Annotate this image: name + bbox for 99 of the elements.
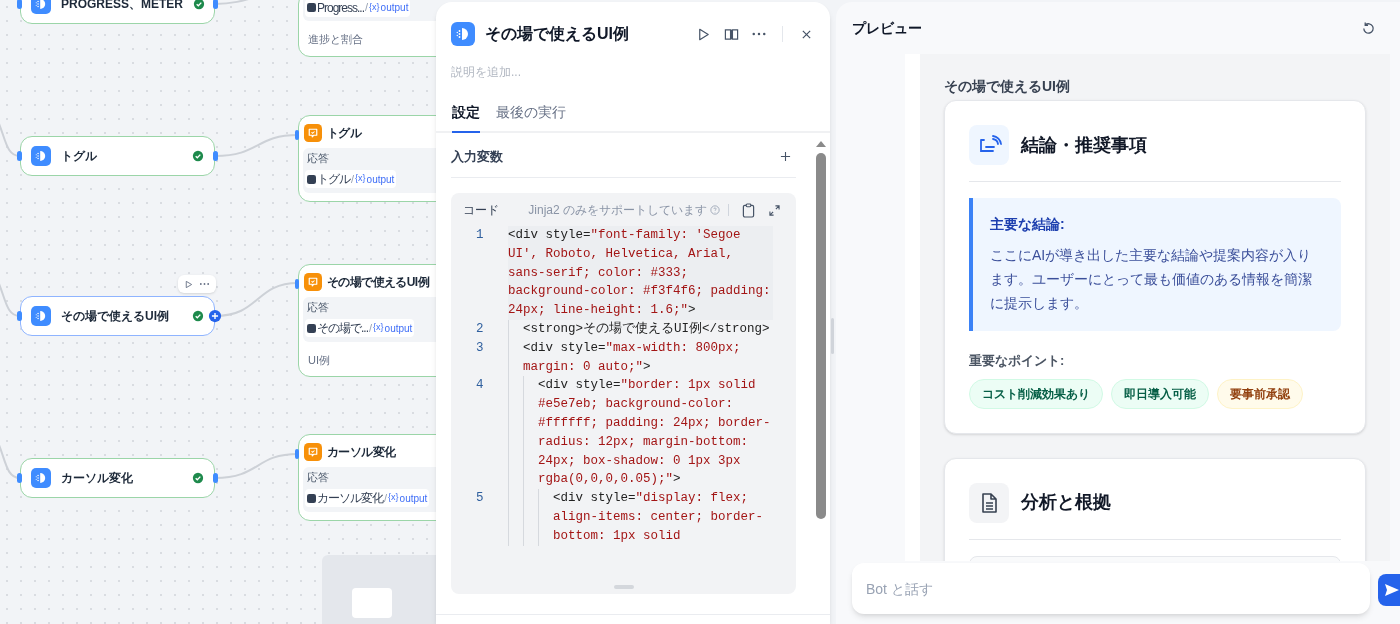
callout-text: ここにAIが導き出した主要な結論や提案内容が入ります。ユーザーにとって最も価値のある情報を簡潔に提示します。: [990, 246, 1313, 313]
code-node[interactable]: PROGRESS、METER: [20, 0, 215, 24]
code-node[interactable]: カーソル変化: [20, 458, 215, 498]
chat-bubble-icon: [304, 443, 322, 461]
send-button[interactable]: [1378, 574, 1400, 606]
line-number: 4: [475, 377, 485, 395]
chip-source: その場で...: [317, 320, 368, 337]
line-number: 5: [475, 490, 485, 508]
line-number: 3: [475, 339, 485, 357]
code-editor[interactable]: [451, 193, 796, 594]
tag: 要事前承認: [1217, 378, 1303, 409]
chip-separator: /: [365, 0, 369, 16]
minimap-node: [352, 588, 392, 618]
add-node-button[interactable]: [208, 309, 222, 323]
chat-input[interactable]: Bot と話す: [852, 563, 1370, 614]
node-description: 進捗と割合: [307, 32, 364, 47]
chip-variable: output: [366, 172, 395, 187]
minimap[interactable]: [322, 555, 436, 624]
chip-variable: output: [399, 491, 428, 506]
document-icon: [969, 482, 1009, 523]
node-title: カーソル変化: [327, 444, 396, 461]
answer-node[interactable]: トグル 応答 トグル/{x}output: [298, 115, 436, 202]
variable-symbol: {x}: [369, 0, 380, 14]
input-handle[interactable]: [295, 130, 299, 140]
input-handle[interactable]: [295, 449, 299, 459]
panel-title: その場で使えるUI例: [485, 24, 630, 44]
field-label: 応答: [306, 151, 330, 166]
support-note: Jinja2 のみをサポートしています: [528, 202, 707, 219]
more-icon[interactable]: [199, 282, 210, 286]
line-number: 1: [475, 227, 485, 244]
chip-separator: /: [384, 490, 388, 506]
code-line: <div style="display: flex; align-items: center; border-bottom: 1px solid: [553, 490, 765, 545]
output-handle[interactable]: [213, 0, 218, 9]
node-title: トグル: [327, 125, 362, 142]
node-title: カーソル変化: [61, 470, 134, 487]
tag: 即日導入可能: [1111, 378, 1209, 409]
add-icon[interactable]: [780, 151, 791, 162]
chat-bubble-icon: [304, 124, 322, 142]
code-line: <div style="font-family: 'Segoe UI', Roboto, Helvetica, Arial, sans-serif; color: #333; background-color: #f3f4f6; padding: 24px; line-height: 1.6;">: [508, 227, 772, 320]
card-heading: 結論・推奨事項: [1021, 133, 1147, 157]
input-handle[interactable]: [17, 0, 22, 9]
scrollbar-thumb[interactable]: [816, 153, 826, 519]
section-title: 入力変数: [451, 147, 503, 166]
scroll-up-icon[interactable]: [816, 141, 826, 147]
tag: コスト削減効果あり: [969, 378, 1103, 409]
node-title: トグル: [61, 148, 98, 165]
chip-source: トグル: [317, 171, 350, 188]
chip-separator: /: [369, 320, 373, 336]
description-field[interactable]: 説明を追加...: [451, 62, 801, 82]
chip-variable: output: [384, 321, 413, 336]
expand-icon[interactable]: [769, 204, 780, 216]
field-label: 応答: [306, 470, 330, 485]
field-label: コード: [463, 202, 500, 219]
close-icon[interactable]: [801, 28, 812, 40]
chip-source: Progress...: [317, 0, 365, 17]
chip-source: カーソル変化: [317, 490, 383, 507]
chat-bubble-icon: [304, 273, 322, 291]
tab[interactable]: 設定: [452, 102, 480, 133]
play-icon[interactable]: [696, 26, 711, 42]
answer-node[interactable]: Progress.../{x}output 進捗と割合: [298, 0, 436, 57]
page-title: その場で使えるUI例: [944, 77, 1071, 96]
output-handle[interactable]: [213, 473, 218, 483]
code-line: <strong>その場で使えるUI例</strong>: [523, 320, 771, 338]
help-icon[interactable]: [710, 205, 720, 215]
code-node[interactable]: トグル: [20, 136, 215, 176]
send-icon: [1384, 582, 1400, 598]
code-line: <div style="max-width: 800px; margin: 0 auto;">: [523, 339, 742, 376]
variable-symbol: {x}: [388, 491, 399, 505]
signal-document-icon: [969, 125, 1009, 165]
more-icon[interactable]: [752, 32, 766, 36]
variable-symbol: {x}: [373, 321, 384, 335]
play-icon[interactable]: [184, 279, 193, 289]
node-description: UI例: [307, 352, 331, 368]
chip-separator: /: [351, 171, 355, 187]
section-label: 重要なポイント:: [969, 352, 1066, 370]
book-icon[interactable]: [724, 26, 739, 42]
input-handle[interactable]: [17, 473, 22, 483]
input-handle[interactable]: [17, 311, 22, 321]
code-node[interactable]: その場で使えるUI例: [20, 296, 215, 336]
code-line: <div style="border: 1px solid #e5e7eb; background-color: #ffffff; padding: 24px; border-radius: 12px; margin-bottom: 24px; box-shadow: 0 1px 3px rgba(0,0,0,0.05);">: [538, 377, 772, 489]
input-handle[interactable]: [295, 279, 299, 289]
answer-node[interactable]: カーソル変化 応答 カーソル変化/{x}output: [298, 434, 436, 521]
panel-title: プレビュー: [852, 18, 922, 38]
chip-variable: output: [380, 1, 409, 15]
line-number: 2: [475, 321, 485, 338]
node-title: その場で使えるUI例: [61, 308, 170, 325]
answer-node[interactable]: その場で使えるUI例 応答 その場で.../{x}output UI例: [298, 264, 436, 377]
node-title: その場で使えるUI例: [327, 274, 429, 291]
resize-handle[interactable]: [831, 318, 834, 354]
input-handle[interactable]: [17, 151, 22, 161]
clipboard-icon[interactable]: [742, 202, 755, 218]
field-label: 応答: [306, 300, 330, 315]
output-handle[interactable]: [213, 151, 218, 161]
variable-symbol: {x}: [355, 172, 366, 186]
callout-title: 主要な結論:: [990, 215, 1066, 234]
refresh-icon[interactable]: [1361, 20, 1376, 36]
tab[interactable]: 最後の実行: [496, 102, 566, 133]
node-title: PROGRESS、METER: [61, 0, 183, 13]
card-heading: 分析と根拠: [1021, 491, 1111, 514]
